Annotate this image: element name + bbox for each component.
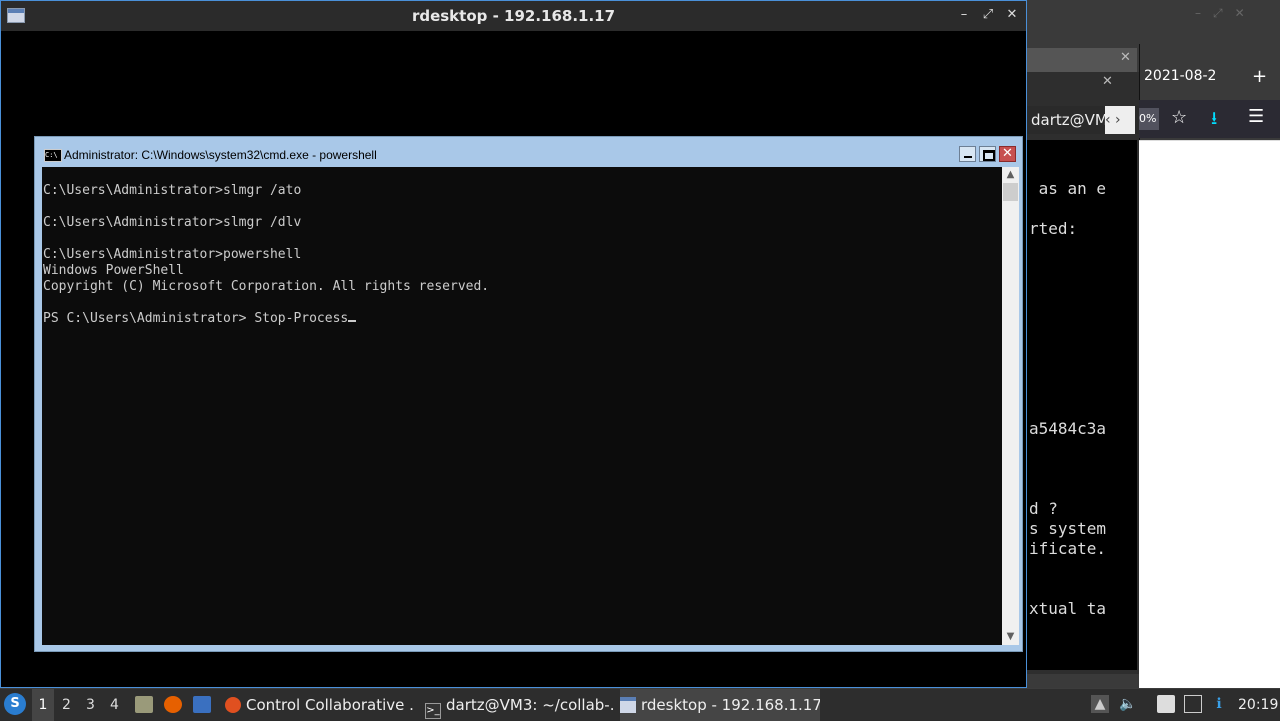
terminal-line: as an e	[1029, 179, 1107, 198]
cmd-window-title: Administrator: C:\Windows\system32\cmd.e…	[64, 148, 377, 162]
cmd-titlebar[interactable]: C:\ Administrator: C:\Windows\system32\c…	[35, 137, 1022, 167]
network-icon[interactable]	[1184, 695, 1202, 713]
show-desktop-icon[interactable]	[193, 696, 211, 713]
console-prompt-line[interactable]: PS C:\Users\Administrator> Stop-Process	[43, 311, 357, 327]
volume-icon[interactable]: 🔈	[1119, 695, 1137, 713]
terminal-line: xtual ta	[1029, 599, 1107, 618]
task-label: Control Collaborative ...	[246, 696, 415, 714]
console-prompt-text: PS C:\Users\Administrator> Stop-Process	[43, 311, 349, 326]
minimize-button[interactable]	[959, 146, 976, 162]
bookmark-star-icon[interactable]: ☆	[1171, 107, 1187, 128]
close-button[interactable]: ✕	[999, 146, 1016, 162]
task-label: rdesktop - 192.168.1.17	[641, 696, 820, 714]
terminal-line: d ?	[1029, 499, 1058, 518]
tab-scroll-arrows[interactable]: ‹ ›	[1105, 106, 1135, 134]
browser-content	[1139, 140, 1280, 689]
taskbar: S 1 2 3 4 Control Collaborative ... >_ da…	[0, 688, 1280, 721]
taskbar-item-browser[interactable]: Control Collaborative ...	[225, 689, 415, 721]
text-cursor	[348, 320, 357, 322]
terminal-line: a5484c3a	[1029, 419, 1107, 438]
terminal-icon: >_	[425, 703, 441, 719]
terminal-line: ificate.	[1029, 539, 1107, 558]
minimize-button[interactable]: –	[956, 6, 972, 24]
browser-tab-label[interactable]: 2021-08-2	[1144, 68, 1216, 84]
start-menu-icon[interactable]: S	[4, 693, 26, 715]
window-title: rdesktop - 192.168.1.17	[411, 7, 616, 25]
window-icon	[620, 697, 636, 713]
close-icon[interactable]: ✕	[1120, 50, 1131, 65]
update-notifier-icon[interactable]: ℹ	[1210, 695, 1228, 713]
cmd-icon[interactable]: C:\	[44, 149, 62, 162]
task-label: dartz@VM3: ~/collab-...	[446, 696, 615, 714]
console-line: C:\Users\Administrator>slmgr /dlv	[43, 215, 302, 230]
workspace-3[interactable]: 3	[86, 689, 95, 721]
console-line: Windows PowerShell	[43, 263, 184, 278]
rdesktop-window[interactable]: rdesktop - 192.168.1.17 – ⤢ ✕ C:\ Admini…	[0, 0, 1027, 688]
firefox-icon[interactable]	[164, 696, 182, 713]
hamburger-menu-icon[interactable]: ☰	[1248, 106, 1264, 127]
rdesktop-titlebar[interactable]: rdesktop - 192.168.1.17 – ⤢ ✕	[1, 1, 1026, 31]
vertical-scrollbar[interactable]: ▲ ▼	[1002, 167, 1019, 645]
maximize-button[interactable]	[979, 146, 996, 162]
background-terminal-output: as an e rted: a5484c3a d ? s system ific…	[1027, 140, 1137, 670]
cmd-window[interactable]: C:\ Administrator: C:\Windows\system32\c…	[34, 136, 1023, 652]
console-line: C:\Users\Administrator>powershell	[43, 247, 302, 262]
close-icon[interactable]: ✕	[1102, 74, 1113, 89]
scroll-down-arrow-icon[interactable]: ▼	[1002, 629, 1019, 645]
workspace-1[interactable]: 1	[32, 689, 54, 721]
download-icon[interactable]: ⭳	[1211, 106, 1217, 136]
workspace-2[interactable]: 2	[62, 689, 71, 721]
background-window-controls: –⤢✕	[1195, 6, 1257, 20]
window-controls: – ⤢ ✕	[956, 6, 1020, 24]
scroll-up-arrow-icon[interactable]: ▲	[1002, 167, 1019, 183]
taskbar-item-terminal[interactable]: >_ dartz@VM3: ~/collab-...	[425, 689, 615, 721]
console-line: C:\Users\Administrator>slmgr /ato	[43, 183, 302, 198]
close-button[interactable]: ✕	[1004, 6, 1020, 24]
maximize-button[interactable]: ⤢	[980, 6, 996, 24]
scrollbar-thumb[interactable]	[1003, 183, 1018, 201]
terminal-line: s system	[1029, 519, 1107, 538]
file-manager-icon[interactable]	[135, 696, 153, 713]
background-terminal-pathbar: dartz@VM3 ‹ ›	[1027, 106, 1139, 134]
zoom-indicator[interactable]: 0%	[1139, 108, 1159, 130]
firefox-icon	[225, 697, 241, 713]
console-line: Copyright (C) Microsoft Corporation. All…	[43, 279, 490, 294]
terminal-line: rted:	[1029, 219, 1078, 238]
tray-expand-icon[interactable]: ▲	[1091, 695, 1109, 713]
clock[interactable]: 20:19	[1238, 689, 1278, 721]
taskbar-item-rdesktop[interactable]: rdesktop - 192.168.1.17	[620, 689, 820, 721]
background-terminal-window[interactable]: ✕ ✕ dartz@VM3 ‹ › as an e rted: a5484c3a…	[1027, 44, 1140, 674]
console-output[interactable]: C:\Users\Administrator>slmgr /ato C:\Use…	[42, 167, 1002, 645]
workspace-4[interactable]: 4	[110, 689, 119, 721]
background-terminal-tabbar: ✕	[1027, 44, 1139, 72]
new-tab-icon[interactable]: +	[1252, 66, 1267, 87]
clipboard-icon[interactable]	[1157, 695, 1175, 713]
